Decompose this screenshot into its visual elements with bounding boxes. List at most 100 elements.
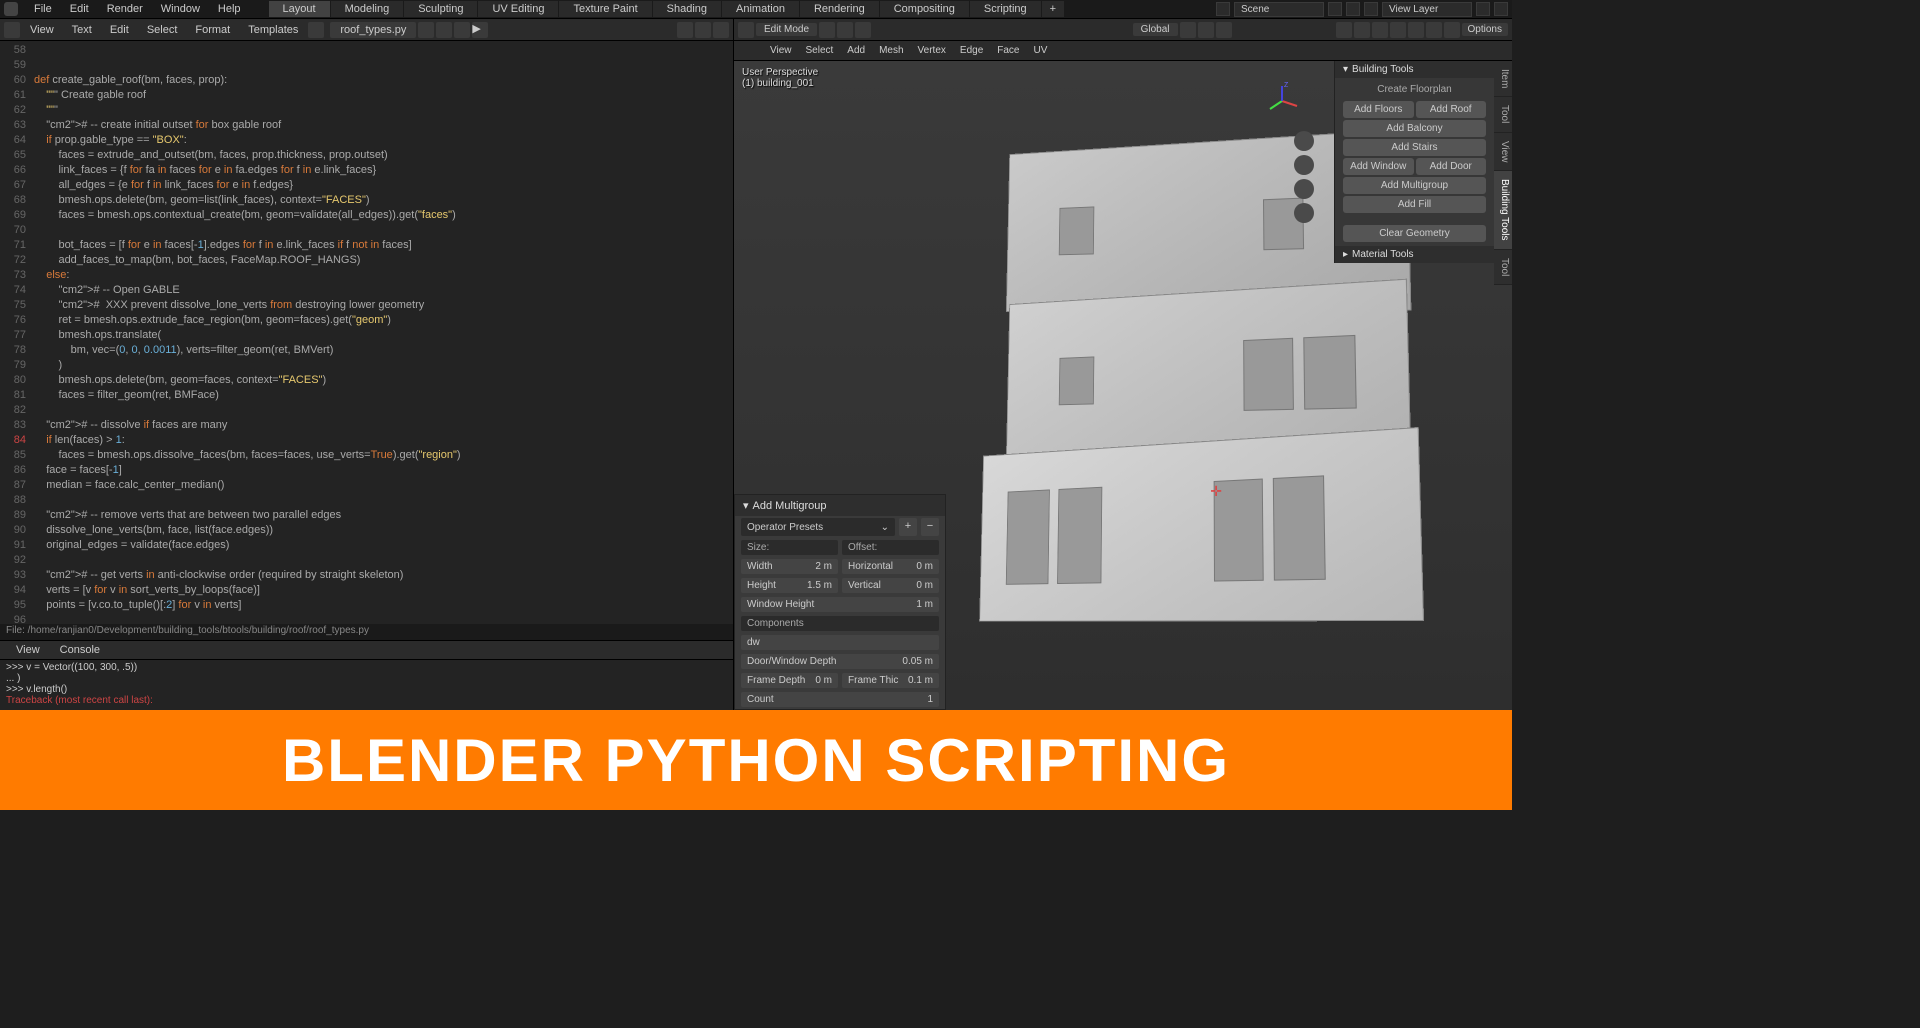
vp-add[interactable]: Add: [841, 44, 871, 57]
filename-field[interactable]: roof_types.py: [330, 22, 416, 38]
layer-browse-icon[interactable]: [1364, 2, 1378, 16]
add-floors-button[interactable]: Add Floors: [1343, 101, 1414, 118]
snap-icon[interactable]: [1198, 22, 1214, 38]
ws-add[interactable]: +: [1042, 1, 1064, 17]
winheight-field[interactable]: Window Height1 m: [741, 597, 939, 612]
layer-input[interactable]: [1382, 2, 1472, 17]
add-multigroup-button[interactable]: Add Multigroup: [1343, 177, 1486, 194]
vert-select-icon[interactable]: [819, 22, 835, 38]
count-field[interactable]: Count1: [741, 692, 939, 707]
ws-scripting[interactable]: Scripting: [970, 1, 1042, 17]
menu-edit[interactable]: Edit: [62, 1, 97, 17]
vp-edge[interactable]: Edge: [954, 44, 989, 57]
perspective-icon[interactable]: [1294, 203, 1314, 223]
vp-vertex[interactable]: Vertex: [912, 44, 952, 57]
shading-solid-icon[interactable]: [1408, 22, 1424, 38]
te-view[interactable]: View: [22, 22, 62, 38]
menu-render[interactable]: Render: [99, 1, 151, 17]
code-content[interactable]: def create_gable_roof(bm, faces, prop): …: [30, 41, 733, 624]
shading-wire-icon[interactable]: [1390, 22, 1406, 38]
propedit-icon[interactable]: [1216, 22, 1232, 38]
ws-sculpting[interactable]: Sculpting: [404, 1, 478, 17]
tab-item[interactable]: Item: [1494, 61, 1512, 97]
pivot-icon[interactable]: [1180, 22, 1196, 38]
building-tools-title[interactable]: ▾Building Tools: [1335, 61, 1494, 78]
vp-uv[interactable]: UV: [1028, 44, 1054, 57]
ws-compositing[interactable]: Compositing: [880, 1, 970, 17]
height-field[interactable]: Height1.5 m: [741, 578, 838, 593]
scene-new-icon[interactable]: [1328, 2, 1342, 16]
components-input[interactable]: dw: [741, 635, 939, 650]
shading-matpreview-icon[interactable]: [1426, 22, 1442, 38]
ws-modeling[interactable]: Modeling: [331, 1, 405, 17]
scene-del-icon[interactable]: [1346, 2, 1360, 16]
viewport-3d[interactable]: User Perspective (1) building_001: [734, 61, 1512, 710]
xray-icon[interactable]: [1372, 22, 1388, 38]
layer-new-icon[interactable]: [1476, 2, 1490, 16]
syntax-icon[interactable]: [713, 22, 729, 38]
horiz-field[interactable]: Horizontal0 m: [842, 559, 939, 574]
te-templates[interactable]: Templates: [240, 22, 306, 38]
menu-window[interactable]: Window: [153, 1, 208, 17]
ws-uv[interactable]: UV Editing: [478, 1, 559, 17]
fdepth-field[interactable]: Frame Depth0 m: [741, 673, 838, 688]
code-area[interactable]: 5859606162636465666768697071727374757677…: [0, 41, 733, 624]
te-format[interactable]: Format: [187, 22, 238, 38]
nav-gizmo[interactable]: Z: [1262, 81, 1302, 121]
scene-input[interactable]: [1234, 2, 1324, 17]
mode-select[interactable]: Edit Mode: [756, 23, 817, 36]
editor-type-icon[interactable]: [4, 22, 20, 38]
edge-select-icon[interactable]: [837, 22, 853, 38]
op-presets[interactable]: Operator Presets⌄: [741, 518, 895, 536]
te-select[interactable]: Select: [139, 22, 186, 38]
menu-file[interactable]: File: [26, 1, 60, 17]
face-select-icon[interactable]: [855, 22, 871, 38]
console-area[interactable]: >>> v = Vector((100, 300, .5)) ... ) >>>…: [0, 660, 733, 710]
overlays-icon[interactable]: [1354, 22, 1370, 38]
console-menu[interactable]: Console: [52, 642, 108, 658]
word-wrap-icon[interactable]: [695, 22, 711, 38]
text-browse-icon[interactable]: [308, 22, 324, 38]
add-roof-button[interactable]: Add Roof: [1416, 101, 1487, 118]
op-title[interactable]: ▾Add Multigroup: [735, 495, 945, 516]
gizmo-icon[interactable]: [1336, 22, 1352, 38]
options-button[interactable]: Options: [1462, 23, 1508, 36]
tab-view[interactable]: View: [1494, 133, 1512, 172]
line-numbers-icon[interactable]: [677, 22, 693, 38]
add-door-button[interactable]: Add Door: [1416, 158, 1487, 175]
te-edit[interactable]: Edit: [102, 22, 137, 38]
ws-rendering[interactable]: Rendering: [800, 1, 880, 17]
vp-face[interactable]: Face: [991, 44, 1025, 57]
vp-mesh[interactable]: Mesh: [873, 44, 909, 57]
camera-icon[interactable]: [1294, 179, 1314, 199]
text-new-icon[interactable]: [418, 22, 434, 38]
text-unlink-icon[interactable]: [436, 22, 452, 38]
menu-help[interactable]: Help: [210, 1, 249, 17]
ws-layout[interactable]: Layout: [269, 1, 331, 17]
fthick-field[interactable]: Frame Thic0.1 m: [842, 673, 939, 688]
preset-add[interactable]: +: [899, 518, 917, 536]
add-fill-button[interactable]: Add Fill: [1343, 196, 1486, 213]
te-text[interactable]: Text: [64, 22, 100, 38]
tab-tool2[interactable]: Tool: [1494, 250, 1512, 285]
add-stairs-button[interactable]: Add Stairs: [1343, 139, 1486, 156]
vert-field[interactable]: Vertical0 m: [842, 578, 939, 593]
ws-texpaint[interactable]: Texture Paint: [559, 1, 652, 17]
material-tools-title[interactable]: ▸Material Tools: [1335, 246, 1494, 263]
editor-type-icon[interactable]: [738, 22, 754, 38]
zoom-icon[interactable]: [1294, 131, 1314, 151]
ws-shading[interactable]: Shading: [653, 1, 722, 17]
vp-view[interactable]: View: [764, 44, 798, 57]
console-view[interactable]: View: [8, 642, 48, 658]
preset-remove[interactable]: −: [921, 518, 939, 536]
clear-geometry-button[interactable]: Clear Geometry: [1343, 225, 1486, 242]
tab-building-tools[interactable]: Building Tools: [1494, 171, 1512, 250]
ws-animation[interactable]: Animation: [722, 1, 800, 17]
text-close-icon[interactable]: [454, 22, 470, 38]
run-script-icon[interactable]: ▶: [472, 22, 488, 38]
add-balcony-button[interactable]: Add Balcony: [1343, 120, 1486, 137]
layer-del-icon[interactable]: [1494, 2, 1508, 16]
pan-icon[interactable]: [1294, 155, 1314, 175]
vp-select[interactable]: Select: [800, 44, 840, 57]
add-window-button[interactable]: Add Window: [1343, 158, 1414, 175]
